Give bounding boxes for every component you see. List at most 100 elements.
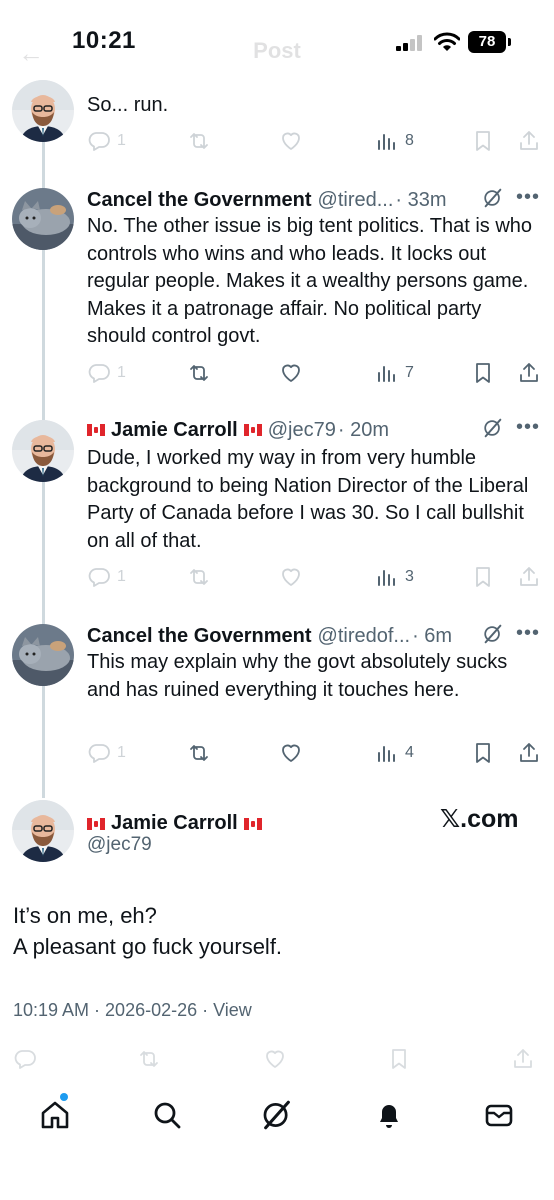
like-button[interactable] <box>279 564 303 590</box>
reply-icon <box>87 565 111 589</box>
more-icon[interactable]: ••• <box>516 186 540 209</box>
status-bar: ← Post 10:21 78 <box>0 0 554 80</box>
share-button[interactable] <box>517 740 541 766</box>
tweet-actions: 1 8 <box>87 128 542 156</box>
author-name[interactable]: Jamie Carroll <box>111 419 238 442</box>
bookmark-icon <box>471 565 495 589</box>
views-button[interactable]: 7 <box>375 360 414 386</box>
canada-flag-icon <box>87 424 105 436</box>
grok-icon <box>260 1098 294 1132</box>
tweet-actions: 1 4 <box>87 740 542 768</box>
heart-icon <box>279 361 303 385</box>
share-button[interactable] <box>517 360 541 386</box>
grok-icon[interactable] <box>482 623 504 645</box>
views-button[interactable]: 4 <box>375 740 414 766</box>
tweet-time: · 33m <box>395 188 447 211</box>
main-post-actions <box>13 1046 543 1072</box>
reply-icon <box>13 1047 37 1071</box>
repost-button[interactable] <box>187 740 211 766</box>
views-icon <box>375 741 399 765</box>
tweet-text: Dude, I worked my way in from very humbl… <box>87 447 529 552</box>
bottom-nav <box>0 1090 554 1150</box>
tweet-text: This may explain why the govt absolutely… <box>87 651 508 701</box>
like-button[interactable] <box>279 360 303 386</box>
repost-button[interactable] <box>187 360 211 386</box>
avatar[interactable] <box>12 188 74 250</box>
author-handle[interactable]: @tiredof... <box>318 625 411 648</box>
bookmark-icon <box>387 1047 411 1071</box>
views-button[interactable]: 8 <box>375 128 414 154</box>
tweet-header: Cancel the Government @tiredof... · 6m <box>87 622 452 650</box>
repost-icon <box>137 1047 161 1071</box>
author-handle[interactable]: @tired... <box>318 189 394 212</box>
share-icon <box>511 1047 535 1071</box>
heart-icon <box>263 1047 287 1071</box>
share-button[interactable] <box>517 564 541 590</box>
share-icon <box>517 565 541 589</box>
search-icon <box>154 1102 181 1129</box>
like-button[interactable] <box>279 128 303 154</box>
views-button[interactable]: 3 <box>375 564 414 590</box>
repost-button[interactable] <box>137 1046 161 1072</box>
bookmark-button[interactable] <box>471 740 495 766</box>
main-post-avatar[interactable] <box>12 800 74 862</box>
avatar[interactable] <box>12 624 74 686</box>
author-name[interactable]: Cancel the Government <box>87 625 312 648</box>
repost-button[interactable] <box>187 564 211 590</box>
author-handle[interactable]: @jec79 <box>268 419 336 442</box>
share-icon <box>517 741 541 765</box>
reply-icon <box>87 741 111 765</box>
home-notification-dot <box>60 1093 68 1101</box>
tweet-time: · 20m <box>337 418 389 441</box>
views-icon <box>375 565 399 589</box>
repost-button[interactable] <box>187 128 211 154</box>
home-indicator <box>180 1182 374 1188</box>
heart-icon <box>279 129 303 153</box>
bookmark-button[interactable] <box>387 1046 411 1072</box>
nav-messages[interactable] <box>482 1098 518 1134</box>
author-name[interactable]: Jamie Carroll <box>111 812 238 835</box>
messages-icon <box>485 1104 513 1127</box>
main-post-text: It’s on me, eh? A pleasant go fuck yours… <box>13 900 282 962</box>
share-icon <box>517 129 541 153</box>
like-button[interactable] <box>279 740 303 766</box>
share-button[interactable] <box>517 128 541 154</box>
main-post-line: It’s on me, eh? <box>13 903 157 928</box>
reply-button[interactable] <box>13 1046 37 1072</box>
grok-icon[interactable] <box>482 417 504 439</box>
reply-button[interactable]: 1 <box>87 740 126 766</box>
share-button[interactable] <box>511 1046 535 1072</box>
author-handle[interactable]: @jec79 <box>87 834 152 856</box>
bookmark-icon <box>471 129 495 153</box>
reply-button[interactable]: 1 <box>87 564 126 590</box>
tweet-time: · 6m <box>412 624 453 647</box>
like-button[interactable] <box>263 1046 287 1072</box>
grok-icon[interactable] <box>482 187 504 209</box>
nav-home[interactable] <box>38 1098 74 1134</box>
views-icon <box>375 129 399 153</box>
bookmark-button[interactable] <box>471 360 495 386</box>
bookmark-button[interactable] <box>471 564 495 590</box>
reply-icon <box>87 129 111 153</box>
post-timestamp[interactable]: 10:19 AM · 2026-02-26 · View <box>13 1000 252 1021</box>
author-name[interactable]: Cancel the Government <box>87 189 312 212</box>
tweet-header: Cancel the Government @tired... · 33m <box>87 186 447 214</box>
reply-icon <box>87 361 111 385</box>
nav-search[interactable] <box>150 1098 186 1134</box>
reply-button[interactable]: 1 <box>87 128 126 154</box>
more-icon[interactable]: ••• <box>516 622 540 645</box>
heart-icon <box>279 565 303 589</box>
nav-notifications[interactable] <box>372 1098 408 1134</box>
reply-button[interactable]: 1 <box>87 360 126 386</box>
bookmark-button[interactable] <box>471 128 495 154</box>
repost-icon <box>187 129 211 153</box>
repost-icon <box>187 565 211 589</box>
avatar[interactable] <box>12 80 74 142</box>
nav-grok[interactable] <box>260 1098 296 1134</box>
tweet-actions: 1 7 <box>87 360 542 388</box>
more-icon[interactable]: ••• <box>516 416 540 439</box>
xcom-watermark: 𝕏.com <box>440 805 519 833</box>
bookmark-icon <box>471 361 495 385</box>
avatar[interactable] <box>12 420 74 482</box>
share-icon <box>517 361 541 385</box>
